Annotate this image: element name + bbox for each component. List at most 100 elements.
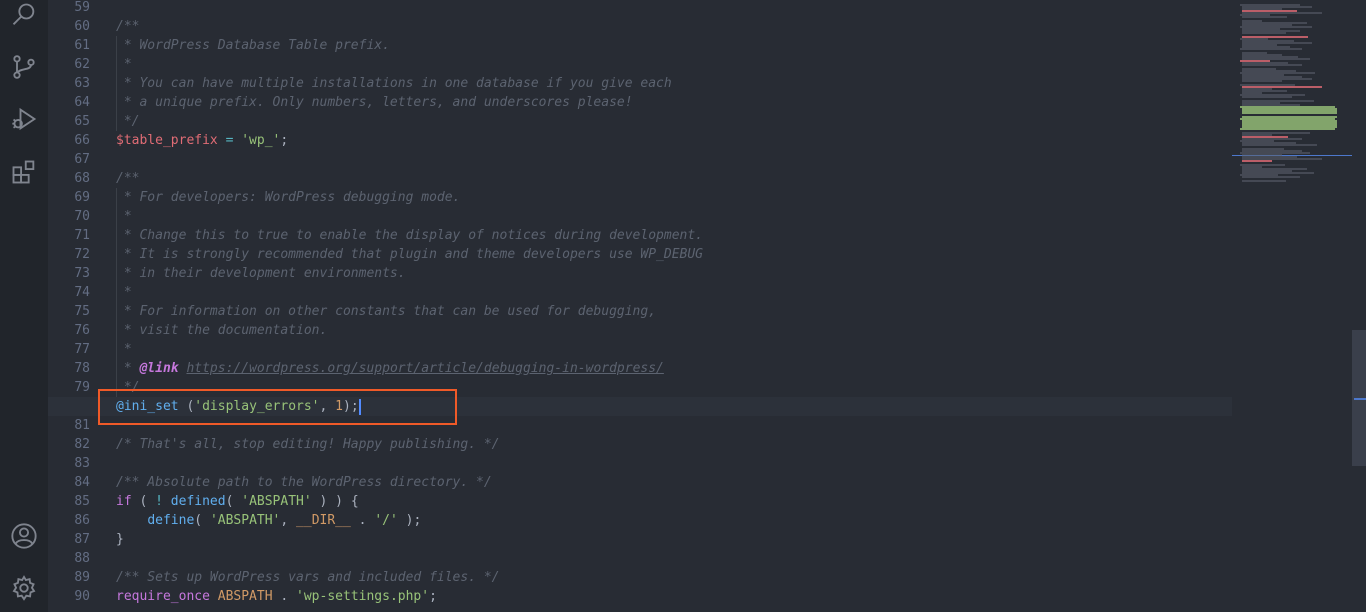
code-line-61[interactable]: * WordPress Database Table prefix. [116, 36, 1216, 55]
line-number: 67 [74, 152, 90, 167]
code-line-83[interactable] [116, 454, 1216, 473]
comment-token: * Change this to true to enable the disp… [116, 228, 703, 243]
line-number: 81 [74, 418, 90, 433]
code-line-68[interactable]: /** [116, 169, 1216, 188]
code-line-89[interactable]: /** Sets up WordPress vars and included … [116, 568, 1216, 587]
string-token: 'display_errors' [194, 399, 320, 414]
vertical-scrollbar[interactable] [1352, 0, 1366, 612]
minimap-line [1242, 144, 1317, 146]
minimap-line [1242, 64, 1302, 66]
documentation-link[interactable]: https://wordpress.org/support/article/de… [186, 361, 663, 376]
keyword-token: require_once [116, 589, 210, 604]
comment-token: /** Absolute path to the WordPress direc… [116, 475, 492, 490]
comment-token: /* That's all, stop editing! Happy publi… [116, 437, 500, 452]
line-number: 78 [74, 361, 90, 376]
line-number: 59 [74, 0, 90, 15]
comment-token: * For information on other constants tha… [116, 304, 657, 319]
code-line-90[interactable]: require_once ABSPATH . 'wp-settings.php'… [116, 587, 1216, 606]
code-line-79[interactable]: */ [116, 378, 1216, 397]
line-number: 79 [74, 380, 90, 395]
line-number: 76 [74, 323, 90, 338]
extensions-icon[interactable] [0, 152, 48, 192]
text-cursor [358, 398, 361, 415]
doc-tag-token: @link [139, 361, 179, 376]
code-line-77[interactable]: * [116, 340, 1216, 359]
comment-token: /** [116, 171, 140, 186]
constant-token: __DIR__ [296, 513, 351, 528]
code-line-76[interactable]: * visit the documentation. [116, 321, 1216, 340]
minimap-line [1242, 112, 1337, 114]
code-line-65[interactable]: */ [116, 112, 1216, 131]
code-area[interactable]: /** * WordPress Database Table prefix. *… [48, 0, 1232, 606]
code-line-85[interactable]: if ( ! defined( 'ABSPATH' ) ) { [116, 492, 1216, 511]
code-line-64[interactable]: * a unique prefix. Only numbers, letters… [116, 93, 1216, 112]
comment-token: * [116, 209, 132, 224]
comment-token: * visit the documentation. [116, 323, 328, 338]
line-number: 71 [74, 228, 90, 243]
editor-pane[interactable]: 59 60 61 62 63 64 65 66 67 68 69 70 71 72 73 74 75 76 77 78… [48, 0, 1232, 612]
minimap-line [1242, 80, 1282, 82]
comment-token: * [116, 361, 140, 376]
code-line-59[interactable] [116, 0, 1216, 17]
minimap-line [1242, 32, 1286, 34]
comment-token: * [116, 285, 132, 300]
minimap[interactable] [1232, 0, 1352, 612]
string-token: '/' [374, 513, 398, 528]
search-icon[interactable] [0, 0, 48, 35]
code-line-88[interactable] [116, 549, 1216, 568]
line-number: 74 [74, 285, 90, 300]
line-number: 86 [74, 513, 90, 528]
comment-token: */ [116, 114, 140, 129]
code-editor-window: 59 60 61 62 63 64 65 66 67 68 69 70 71 72 73 74 75 76 77 78… [0, 0, 1366, 612]
line-number: 62 [74, 57, 90, 72]
code-line-86[interactable]: define( 'ABSPATH', __DIR__ . '/' ); [116, 511, 1216, 530]
comment-token: * [116, 57, 132, 72]
comment-token: * [116, 342, 132, 357]
minimap-line [1242, 160, 1272, 162]
line-number: 89 [74, 570, 90, 585]
code-line-78[interactable]: * @link https://wordpress.org/support/ar… [116, 359, 1216, 378]
line-number: 60 [74, 19, 90, 34]
account-icon[interactable] [0, 516, 48, 556]
run-debug-icon[interactable] [0, 99, 48, 139]
code-line-73[interactable]: * in their development environments. [116, 264, 1216, 283]
minimap-line [1242, 16, 1287, 18]
line-number: 83 [74, 456, 90, 471]
operator-token: = [217, 133, 242, 148]
code-line-66[interactable]: $table_prefix = 'wp_'; [116, 131, 1216, 150]
string-token: 'ABSPATH' [241, 494, 312, 509]
source-control-icon[interactable] [0, 47, 48, 87]
code-line-71[interactable]: * Change this to true to enable the disp… [116, 226, 1216, 245]
code-line-80[interactable]: @ini_set ('display_errors', 1); [48, 397, 1232, 416]
line-number: 69 [74, 190, 90, 205]
code-line-70[interactable]: * [116, 207, 1216, 226]
code-line-67[interactable] [116, 150, 1216, 169]
code-line-63[interactable]: * You can have multiple installations in… [116, 74, 1216, 93]
line-number: 85 [74, 494, 90, 509]
code-line-69[interactable]: * For developers: WordPress debugging mo… [116, 188, 1216, 207]
settings-gear-icon[interactable] [0, 568, 48, 608]
function-token: @ini_set [116, 399, 179, 414]
code-line-82[interactable]: /* That's all, stop editing! Happy publi… [116, 435, 1216, 454]
line-number: 72 [74, 247, 90, 262]
code-line-84[interactable]: /** Absolute path to the WordPress direc… [116, 473, 1216, 492]
code-line-74[interactable]: * [116, 283, 1216, 302]
line-number: 73 [74, 266, 90, 281]
code-line-87[interactable]: } [116, 530, 1216, 549]
minimap-line [1242, 176, 1300, 178]
line-number: 88 [74, 551, 90, 566]
code-line-81[interactable] [116, 416, 1216, 435]
code-line-60[interactable]: /** [116, 17, 1216, 36]
string-token: 'wp_' [241, 133, 281, 148]
comment-token: /** Sets up WordPress vars and included … [116, 570, 500, 585]
code-line-62[interactable]: * [116, 55, 1216, 74]
comment-token: * For developers: WordPress debugging mo… [116, 190, 461, 205]
line-number: 84 [74, 475, 90, 490]
code-line-72[interactable]: * It is strongly recommended that plugin… [116, 245, 1216, 264]
line-number: 68 [74, 171, 90, 186]
code-line-75[interactable]: * For information on other constants tha… [116, 302, 1216, 321]
operator-token: ! [155, 494, 163, 509]
keyword-token: if [116, 494, 132, 509]
comment-token: * WordPress Database Table prefix. [116, 38, 390, 53]
line-number: 63 [74, 76, 90, 91]
